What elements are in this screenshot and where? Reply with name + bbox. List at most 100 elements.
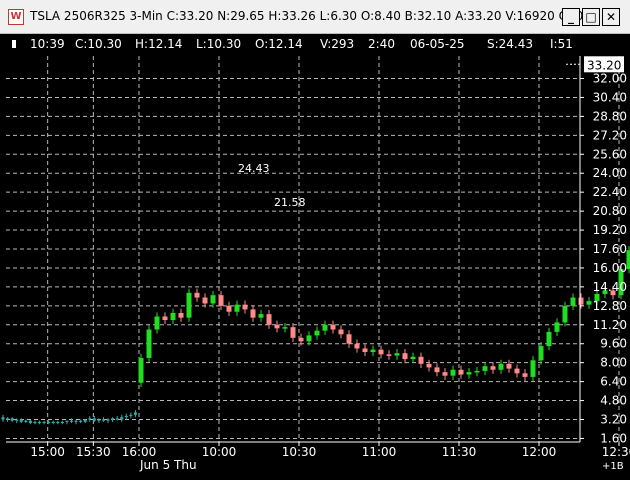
level-annotation-1: 24.43 (238, 162, 270, 175)
candle-down (338, 329, 344, 335)
y-tick-label: 20.80 (593, 204, 627, 218)
candle-down (418, 356, 424, 364)
candle-up (626, 250, 630, 270)
candle-down (514, 368, 520, 374)
candle-down (250, 309, 256, 318)
y-tick-label: 1.60 (600, 431, 627, 445)
candle-down (218, 295, 224, 306)
x-tick-label: 12:00 (522, 445, 557, 459)
candle-down (434, 367, 440, 373)
candle-down (162, 316, 168, 321)
y-tick-label: 16.00 (593, 261, 627, 275)
candle-down (378, 349, 384, 355)
candle-up (570, 297, 576, 306)
prev-bar-body (97, 419, 101, 421)
x-tick-label: 15:30 (76, 445, 111, 459)
prev-bar-body (115, 418, 119, 420)
x-tick-label: 10:30 (282, 445, 317, 459)
y-tick-label: 14.40 (593, 280, 627, 294)
prev-bar-body (24, 420, 28, 422)
y-tick-label: 9.60 (600, 337, 627, 351)
y-tick-label: 27.20 (593, 128, 627, 142)
candle-up (554, 322, 560, 332)
prev-bar-body (47, 421, 51, 424)
candle-up (466, 372, 472, 375)
candle-up (474, 370, 480, 373)
x-tick-label: 10:00 (202, 445, 237, 459)
candle-up (410, 356, 416, 360)
prev-bar-body (56, 421, 60, 424)
candle-up (370, 349, 376, 353)
date-label: Jun 5 Thu (139, 458, 197, 472)
y-tick-label: 8.00 (600, 356, 627, 370)
time-axis: 15:00 15:30 16:00 10:00 10:30 11:00 11:30 12:00… (6, 441, 630, 459)
prev-bar-body (19, 419, 23, 422)
candle-up (562, 305, 568, 323)
corner-label: +1B (602, 461, 624, 472)
candle-up (586, 301, 592, 305)
prev-bar-body (60, 421, 64, 424)
y-tick-label: 32.00 (593, 71, 627, 85)
candle-up (546, 331, 552, 347)
prev-bar-body (92, 418, 96, 421)
candlestick-bars (138, 63, 630, 387)
prev-bar-body (6, 418, 10, 420)
prev-bar-body (129, 414, 133, 416)
candle-down (226, 305, 232, 312)
candle-up (186, 292, 192, 318)
candle-down (506, 363, 512, 369)
candle-down (330, 324, 336, 330)
prev-bar-body (88, 418, 92, 420)
y-tick-label: 12.80 (593, 299, 627, 313)
prev-bar-body (33, 421, 37, 424)
prev-bar-body (15, 419, 19, 421)
x-tick-label: 15:00 (30, 445, 65, 459)
candle-down (290, 327, 296, 338)
prev-bar-body (65, 420, 69, 422)
prev-bar-body (10, 418, 14, 421)
price-chart[interactable]: 1.60 3.20 4.80 6.40 8.00 9.60 11.20 12.80 14.40 1… (0, 0, 630, 480)
x-tick-label: 11:30 (442, 445, 477, 459)
y-tick-label: 17.60 (593, 242, 627, 256)
candle-down (490, 366, 496, 370)
prev-bar-body (124, 415, 128, 418)
candle-up (498, 363, 504, 370)
candle-up (394, 353, 400, 356)
candle-down (362, 348, 368, 353)
prev-bar-body (74, 420, 78, 422)
prev-bar-body (133, 412, 137, 415)
prev-bar-body (79, 420, 83, 422)
candle-down (578, 297, 584, 305)
candle-up (146, 329, 152, 358)
y-tick-label: 3.20 (600, 413, 627, 427)
candle-up (234, 304, 240, 312)
x-tick-label: 11:00 (362, 445, 397, 459)
candle-down (522, 373, 528, 377)
candle-down (202, 297, 208, 304)
prev-bar-body (51, 421, 55, 424)
prev-bar-body (120, 417, 124, 420)
y-tick-label: 25.60 (593, 147, 627, 161)
prev-bar-body (83, 419, 87, 422)
y-tick-label: 24.00 (593, 166, 627, 180)
prev-bar-body (106, 419, 110, 421)
prev-bar-body (70, 420, 73, 422)
candle-down (386, 354, 392, 356)
candle-up (306, 335, 312, 342)
prev-bar-body (42, 421, 46, 424)
candle-up (170, 312, 176, 321)
previous-session-bars (1, 410, 137, 425)
y-tick-label: 28.80 (593, 109, 627, 123)
prev-bar-body (101, 419, 105, 421)
prev-bar-body (38, 421, 42, 424)
x-tick-label: 12:30 (602, 445, 630, 459)
candle-down (346, 334, 352, 344)
y-tick-label: 30.40 (593, 90, 627, 104)
candle-down (266, 314, 272, 325)
price-axis: 1.60 3.20 4.80 6.40 8.00 9.60 11.20 12.80 14.40 1… (579, 56, 627, 445)
candle-down (402, 353, 408, 360)
candle-up (538, 346, 544, 361)
candle-down (458, 369, 464, 375)
y-tick-label: 4.80 (600, 394, 627, 408)
candle-up (482, 366, 488, 371)
